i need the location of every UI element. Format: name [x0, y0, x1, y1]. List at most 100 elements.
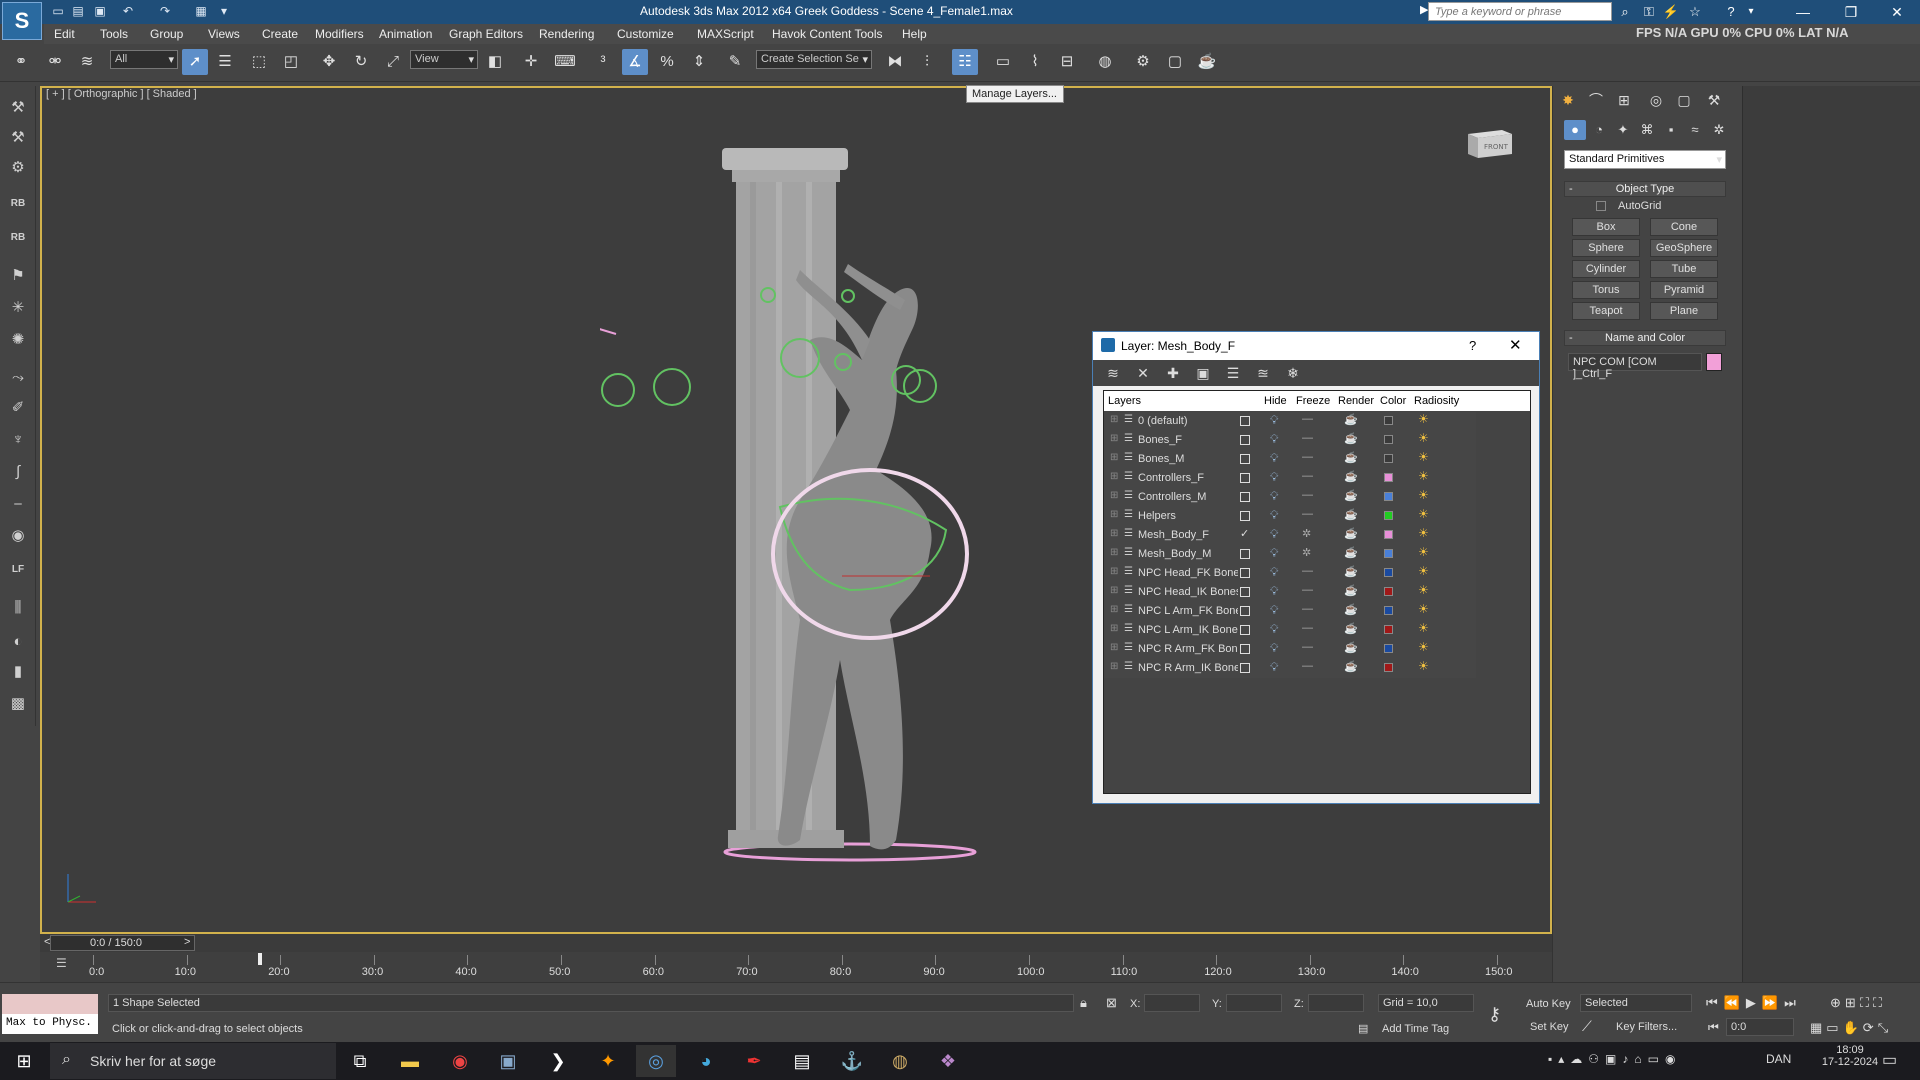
layer-color-swatch[interactable]	[1384, 473, 1393, 482]
hide-toggle-icon[interactable]: 💡︎	[1270, 508, 1278, 523]
layer-row[interactable]: ⊞ ☰ Bones_M 💡︎ — ☕ ☀	[1104, 450, 1476, 469]
bar-tool-icon[interactable]: ▮	[4, 660, 32, 684]
layer-row[interactable]: ⊞ ☰ Helpers 💡︎ — ☕ ☀	[1104, 507, 1476, 526]
freeze-toggle-icon[interactable]: —	[1302, 584, 1313, 596]
radiosity-toggle-icon[interactable]: ☀	[1418, 469, 1429, 483]
hide-toggle-icon[interactable]: 💡︎	[1270, 546, 1278, 561]
current-layer-checkbox[interactable]	[1240, 568, 1250, 578]
reference-coordinate-dropdown[interactable]: View	[410, 50, 478, 69]
terminal-icon[interactable]: ❯	[538, 1045, 578, 1077]
freeze-toggle-icon[interactable]: —	[1302, 432, 1313, 444]
expand-icon[interactable]: ⊞	[1110, 414, 1118, 425]
layer-name[interactable]: NPC R Arm_IK Bones	[1138, 662, 1238, 674]
3dsmax-taskbar-icon[interactable]: ◎	[636, 1045, 676, 1077]
rendered-frame-window-icon[interactable]: ▢	[1162, 49, 1188, 75]
link-icon[interactable]: ⚭	[8, 49, 34, 75]
object-name-field[interactable]: NPC COM [COM ]_Ctrl_F	[1568, 353, 1702, 380]
x-coordinate-field[interactable]	[1144, 994, 1200, 1012]
radiosity-toggle-icon[interactable]: ☀	[1418, 526, 1429, 540]
layer-row[interactable]: ⊞ ☰ Controllers_F 💡︎ — ☕ ☀	[1104, 469, 1476, 488]
paint-app-icon[interactable]: ◕	[686, 1045, 726, 1077]
menu-modifiers[interactable]: Modifiers	[315, 27, 364, 41]
hide-toggle-icon[interactable]: 💡︎	[1270, 432, 1278, 447]
hide-toggle-icon[interactable]: 💡︎	[1270, 622, 1278, 637]
menu-rendering[interactable]: Rendering	[539, 27, 594, 41]
layer-name[interactable]: NPC L Arm_IK Bones	[1138, 624, 1238, 636]
dialog-title-bar[interactable]: Layer: Mesh_Body_F ? ✕	[1093, 332, 1539, 360]
align-icon[interactable]: ⫶	[914, 49, 940, 75]
schematic-view-icon[interactable]: ⊟	[1054, 49, 1080, 75]
current-layer-checkbox[interactable]	[1240, 644, 1250, 654]
key-tangent-icon[interactable]: ⟋	[1582, 1018, 1592, 1035]
layer-name[interactable]: Controllers_F	[1138, 472, 1238, 484]
radiosity-toggle-icon[interactable]: ☀	[1418, 450, 1429, 464]
bind-space-warp-icon[interactable]: ≋	[74, 49, 100, 75]
maxscript-mini-listener[interactable]: Max to Physc.	[2, 1014, 98, 1034]
selection-lock-icon[interactable]: 🔒︎	[1080, 995, 1087, 1011]
teapot-button[interactable]: Teapot	[1572, 302, 1640, 320]
redo-icon[interactable]: ↷	[157, 3, 173, 19]
current-layer-checkbox[interactable]	[1240, 663, 1250, 673]
radiosity-toggle-icon[interactable]: ☀	[1418, 564, 1429, 578]
dashpot-icon[interactable]: ⎯	[4, 492, 32, 516]
key-mode-dropdown[interactable]: Selected	[1580, 994, 1692, 1012]
col-radiosity[interactable]: Radiosity	[1414, 395, 1459, 407]
clapper-app-icon[interactable]: ▤	[782, 1045, 822, 1077]
select-objects-in-layer-icon[interactable]: ▣	[1193, 364, 1213, 382]
minimize-button[interactable]: —	[1780, 0, 1826, 24]
render-toggle-icon[interactable]: ☕	[1344, 508, 1358, 521]
sphere-tool-icon[interactable]: ◐	[4, 630, 32, 654]
ball-app-icon[interactable]: ◍	[880, 1045, 920, 1077]
task-view-icon[interactable]: ⧉	[340, 1045, 380, 1077]
dialog-close-button[interactable]: ✕	[1509, 336, 1522, 354]
menu-maxscript[interactable]: MAXScript	[697, 27, 754, 41]
file-explorer-icon[interactable]: ▬	[390, 1045, 430, 1077]
clock[interactable]: 18:09 17-12-2024	[1820, 1044, 1880, 1068]
name-color-rollout-title[interactable]: - Name and Color	[1564, 330, 1726, 346]
layer-color-swatch[interactable]	[1384, 644, 1393, 653]
windows-start-icon[interactable]: ⊞	[4, 1045, 44, 1077]
layer-name[interactable]: NPC R Arm_FK Bones	[1138, 643, 1238, 655]
radiosity-toggle-icon[interactable]: ☀	[1418, 507, 1429, 521]
expand-icon[interactable]: ⊞	[1110, 585, 1118, 596]
expand-icon[interactable]: ⊞	[1110, 509, 1118, 520]
curve-editor-mini-icon[interactable]: ☰	[56, 956, 74, 972]
shapes-icon[interactable]: ◔	[1588, 120, 1610, 140]
object-color-swatch[interactable]	[1706, 353, 1722, 371]
key-mode-toggle-icon[interactable]: ⏮	[1708, 1020, 1719, 1035]
radiosity-toggle-icon[interactable]: ☀	[1418, 583, 1429, 597]
rectangular-selection-icon[interactable]: ⬚	[246, 49, 272, 75]
delete-layer-icon[interactable]: ✕	[1133, 364, 1153, 382]
layer-color-swatch[interactable]	[1384, 587, 1393, 596]
pyramid-button[interactable]: Pyramid	[1650, 281, 1718, 299]
layer-color-swatch[interactable]	[1384, 454, 1393, 463]
freeze-toggle-icon[interactable]: —	[1302, 603, 1313, 615]
menu-help[interactable]: Help	[902, 27, 927, 41]
save-icon[interactable]: ▣	[92, 3, 108, 19]
menu-havok-content-tools[interactable]: Havok Content Tools	[772, 27, 883, 41]
current-layer-checkbox[interactable]	[1240, 492, 1250, 502]
current-layer-checkbox[interactable]	[1240, 454, 1250, 464]
freeze-unfreeze-all-icon[interactable]: ❄	[1283, 364, 1303, 382]
hide-toggle-icon[interactable]: 💡︎	[1270, 527, 1278, 542]
cameras-icon[interactable]: ⌘	[1636, 120, 1658, 140]
time-config-icon[interactable]: ▦	[1810, 1020, 1826, 1035]
render-toggle-icon[interactable]: ☕	[1344, 451, 1358, 464]
absolute-mode-icon[interactable]: ⊠	[1106, 995, 1117, 1011]
help-dropdown-icon[interactable]: ▾	[1742, 3, 1760, 21]
percent-snap-icon[interactable]: %	[654, 49, 680, 75]
unlink-icon[interactable]: ⚮	[42, 49, 68, 75]
pencil-icon[interactable]: ✐	[4, 396, 32, 420]
previous-frame-icon[interactable]: ⏪	[1724, 995, 1746, 1010]
zoom-extents-icon[interactable]: ⛶	[1860, 995, 1873, 1010]
constraint-tool-icon[interactable]: ⚑	[4, 264, 32, 288]
freeze-toggle-icon[interactable]: —	[1302, 660, 1313, 672]
rb-collection-icon[interactable]: RB	[4, 226, 32, 250]
toy-car-icon[interactable]: ◉	[4, 524, 32, 548]
radiosity-toggle-icon[interactable]: ☀	[1418, 659, 1429, 673]
hide-toggle-icon[interactable]: 💡︎	[1270, 413, 1278, 428]
chrome-icon[interactable]: ◉	[440, 1045, 480, 1077]
tube-button[interactable]: Tube	[1650, 260, 1718, 278]
layer-name[interactable]: Bones_M	[1138, 453, 1238, 465]
radiosity-toggle-icon[interactable]: ☀	[1418, 602, 1429, 616]
